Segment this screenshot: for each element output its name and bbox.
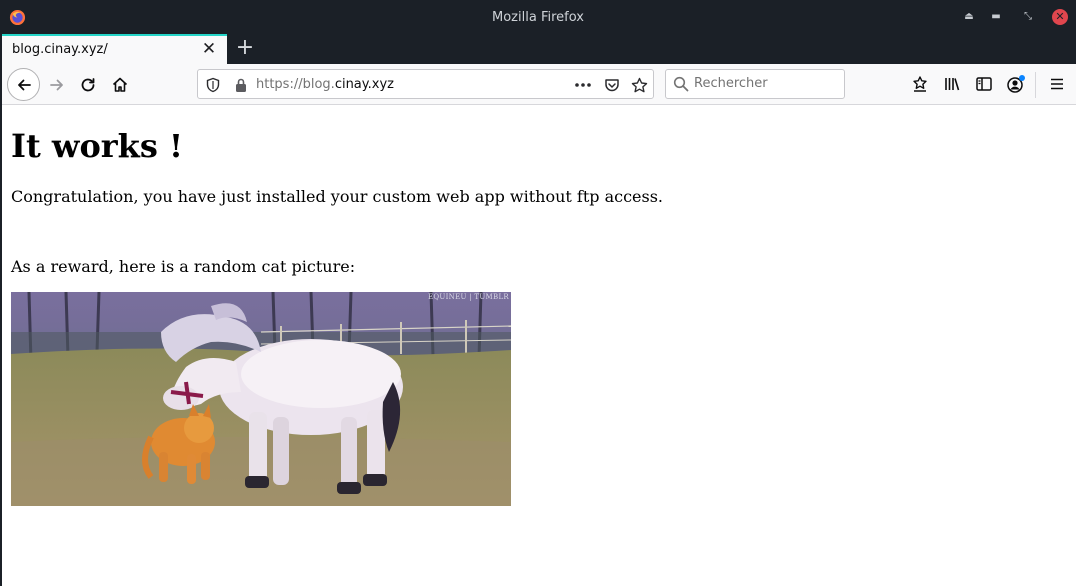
url-bar[interactable]: https://blog.cinay.xyz <box>197 69 654 99</box>
sidebar-button[interactable] <box>974 74 994 94</box>
intro-paragraph: Congratulation, you have just installed … <box>11 187 664 206</box>
close-icon[interactable]: ✕ <box>1052 9 1068 25</box>
toolbar-separator <box>1035 72 1036 98</box>
hamburger-menu-button[interactable] <box>1047 74 1067 94</box>
tab-blog[interactable]: blog.cinay.xyz/ ✕ <box>2 34 227 64</box>
pocket-icon[interactable] <box>603 76 621 94</box>
bookmark-star-icon[interactable] <box>630 76 648 94</box>
reward-paragraph: As a reward, here is a random cat pictur… <box>11 257 356 276</box>
new-tab-button[interactable]: + <box>234 37 256 59</box>
tab-title: blog.cinay.xyz/ <box>12 42 108 57</box>
url-scheme: https://blog. <box>256 77 335 92</box>
shield-icon[interactable] <box>204 76 222 94</box>
search-icon <box>673 76 689 96</box>
account-icon <box>1007 75 1025 93</box>
window-title: Mozilla Firefox <box>492 10 584 25</box>
image-credit: EQUINEU | TUMBLR <box>427 293 509 301</box>
bookmarks-menu-icon <box>913 76 927 92</box>
back-icon <box>17 79 31 90</box>
home-icon <box>112 77 128 92</box>
sidebar-icon <box>976 77 992 91</box>
search-input[interactable] <box>694 76 839 91</box>
back-button[interactable] <box>7 68 40 101</box>
reload-button[interactable] <box>73 70 103 100</box>
tab-close-icon[interactable]: ✕ <box>201 41 217 58</box>
eject-icon[interactable]: ⏏ <box>961 9 977 25</box>
hamburger-menu-icon <box>1051 78 1063 90</box>
library-button[interactable] <box>942 74 962 94</box>
page-heading: It works ! <box>11 127 184 165</box>
minimize-icon[interactable]: ▬ <box>988 9 1004 25</box>
reload-icon <box>81 78 95 92</box>
page-content: It works ! Congratulation, you have just… <box>2 105 1076 586</box>
window-titlebar: Mozilla Firefox ⏏ ▬ ⤡ ✕ <box>0 0 1076 34</box>
bookmarks-menu-button[interactable] <box>910 74 930 94</box>
home-button[interactable] <box>105 70 135 100</box>
forward-icon <box>50 79 63 91</box>
restore-icon[interactable]: ⤡ <box>1020 9 1036 25</box>
cat-picture: EQUINEU | TUMBLR <box>11 292 511 506</box>
url-text[interactable]: https://blog.cinay.xyz <box>256 77 394 92</box>
tab-strip: blog.cinay.xyz/ ✕ + <box>0 34 1076 64</box>
search-bar[interactable] <box>665 69 845 99</box>
url-host: cinay.xyz <box>334 77 394 92</box>
lock-icon[interactable] <box>232 76 250 94</box>
navigation-toolbar: https://blog.cinay.xyz <box>2 64 1076 105</box>
account-button[interactable] <box>1006 74 1026 94</box>
more-actions-icon[interactable] <box>574 76 592 94</box>
forward-button[interactable] <box>42 70 72 100</box>
library-icon <box>945 78 960 91</box>
